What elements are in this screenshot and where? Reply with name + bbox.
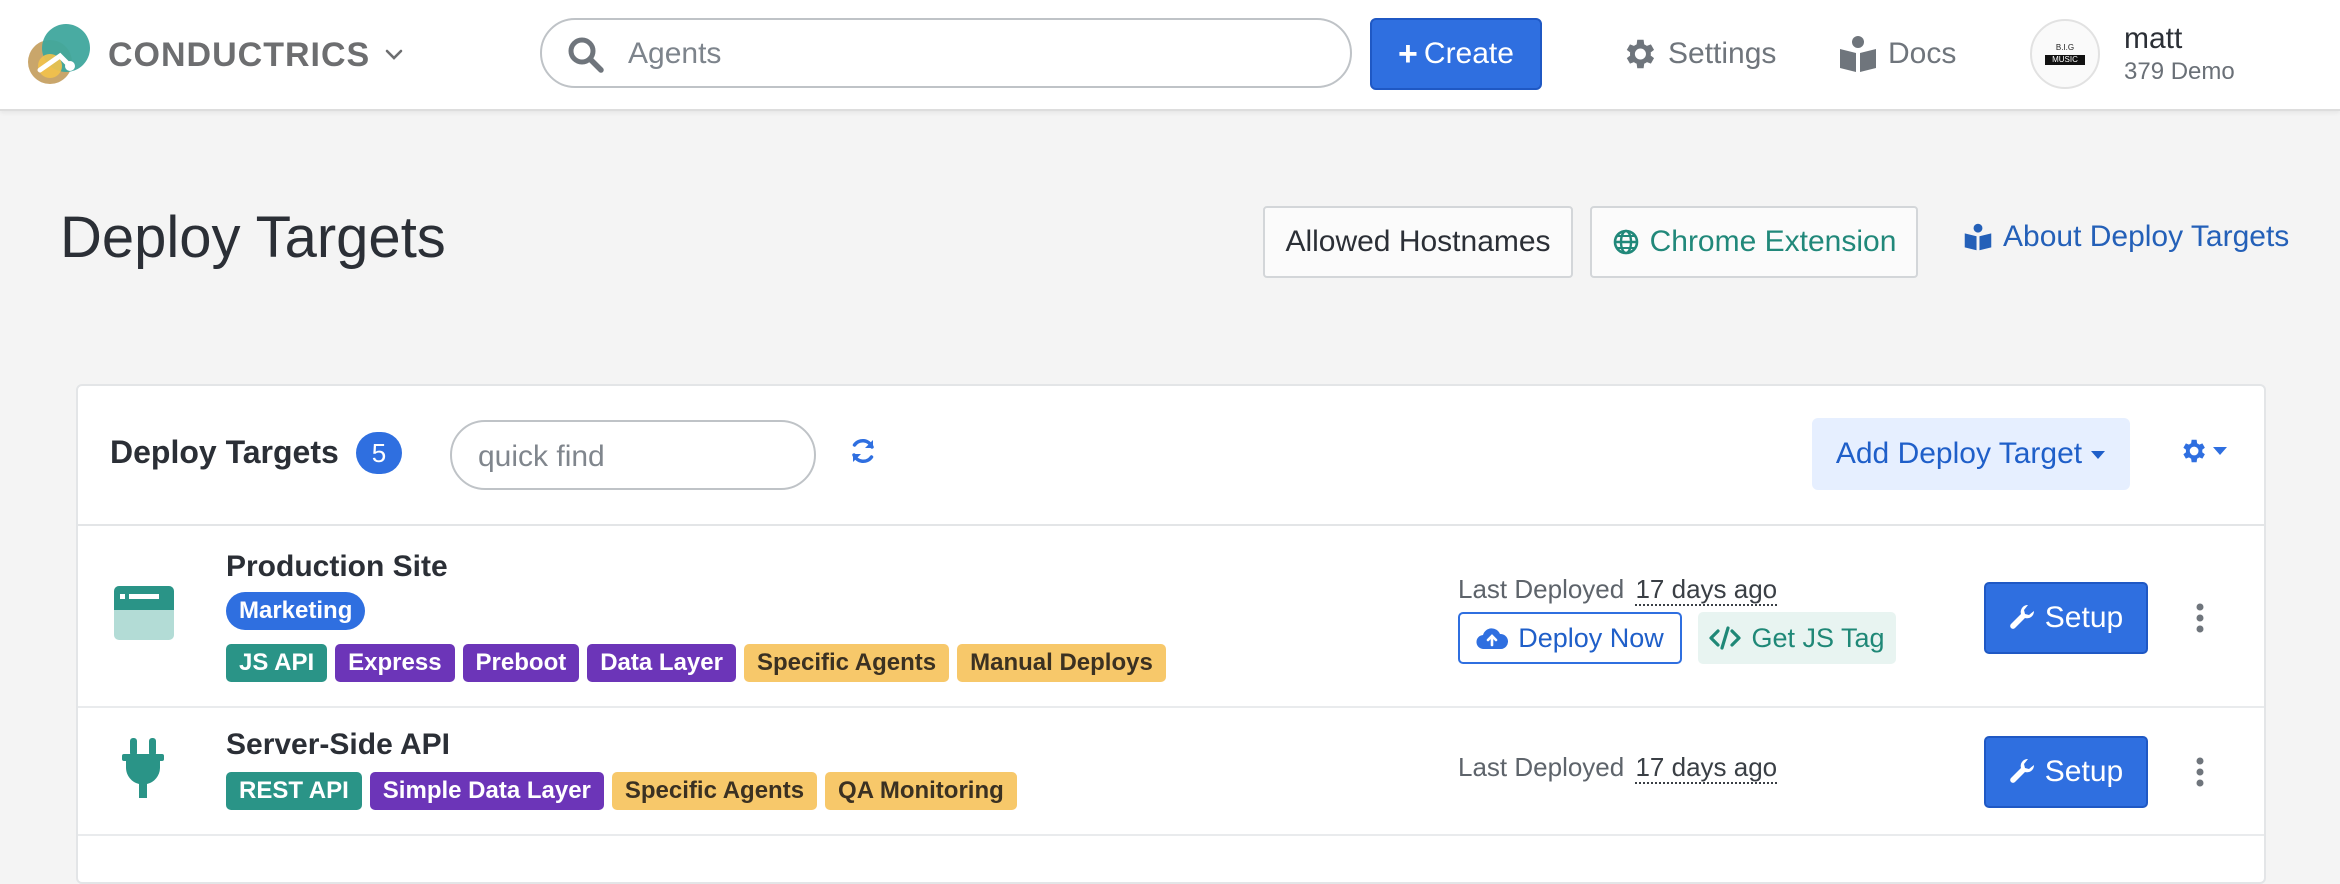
user-name: matt xyxy=(2124,22,2183,55)
plug-icon xyxy=(120,738,166,803)
gear-icon xyxy=(1626,39,1655,69)
last-deployed: Last Deployed 17 days ago xyxy=(1458,574,1778,606)
search-icon xyxy=(566,35,606,80)
deploy-now-button[interactable]: Deploy Now xyxy=(1458,612,1682,664)
last-deployed-value: 17 days ago xyxy=(1635,752,1778,784)
refresh-icon[interactable] xyxy=(848,436,878,471)
last-deployed-label: Last Deployed xyxy=(1458,574,1625,604)
get-js-tag-button[interactable]: Get JS Tag xyxy=(1698,612,1896,664)
cloud-upload-icon xyxy=(1476,628,1509,650)
docs-icon xyxy=(1840,36,1876,72)
gear-icon xyxy=(2183,439,2205,463)
chrome-extension-button[interactable]: Chrome Extension xyxy=(1590,206,1918,278)
docs-link[interactable]: Docs xyxy=(1838,28,1956,80)
table-row: Server-Side API REST API Simple Data Lay… xyxy=(78,708,2264,836)
browser-window-icon xyxy=(114,586,174,645)
add-deploy-target-button[interactable]: Add Deploy Target xyxy=(1812,418,2130,490)
conductrics-logo-icon xyxy=(26,22,98,88)
more-vertical-icon xyxy=(2196,757,2204,787)
docs-label: Docs xyxy=(1888,37,1957,70)
deploy-target-name[interactable]: Server-Side API xyxy=(226,728,450,762)
setup-button[interactable]: Setup xyxy=(1984,736,2148,808)
wrench-icon xyxy=(2009,758,2034,783)
count-badge: 5 xyxy=(356,432,402,474)
allowed-hostnames-button[interactable]: Allowed Hostnames xyxy=(1263,206,1573,278)
allowed-hostnames-label: Allowed Hostnames xyxy=(1285,225,1551,258)
feature-tag: Simple Data Layer xyxy=(369,772,604,810)
chrome-extension-label: Chrome Extension xyxy=(1649,225,1897,258)
feature-tag: Specific Agents xyxy=(611,772,818,810)
top-nav: CONDUCTRICS + Create Settings Docs B.I.G xyxy=(0,0,2340,111)
table-row: Production Site Marketing JS API Express… xyxy=(78,526,2264,708)
quick-find-input[interactable] xyxy=(476,436,800,478)
about-deploy-targets-label: About Deploy Targets xyxy=(2003,220,2290,253)
settings-label: Settings xyxy=(1668,37,1777,70)
caret-down-icon xyxy=(2091,451,2106,459)
feature-tag: Preboot xyxy=(462,644,580,682)
user-menu[interactable]: B.I.G MUSIC matt 379 Demo xyxy=(2030,18,2235,90)
avatar-text-bottom: MUSIC xyxy=(2045,55,2085,65)
docs-icon xyxy=(1964,223,1992,251)
user-org: 379 Demo xyxy=(2124,58,2235,85)
brand-menu[interactable]: CONDUCTRICS xyxy=(26,22,404,88)
avatar: B.I.G MUSIC xyxy=(2030,19,2100,89)
category-badge: Marketing xyxy=(226,592,366,630)
quick-find[interactable] xyxy=(450,420,816,490)
get-js-tag-label: Get JS Tag xyxy=(1751,622,1885,653)
deploy-now-label: Deploy Now xyxy=(1518,622,1664,653)
feature-tag: REST API xyxy=(226,772,362,810)
global-search[interactable] xyxy=(540,18,1352,88)
create-button[interactable]: + Create xyxy=(1370,18,1542,90)
feature-tag: Express xyxy=(335,644,455,682)
search-input[interactable] xyxy=(626,32,1330,76)
settings-link[interactable]: Settings xyxy=(1620,28,1776,80)
row-more-menu[interactable] xyxy=(2178,744,2222,800)
chevron-down-icon xyxy=(384,48,404,67)
avatar-text-top: B.I.G xyxy=(2055,43,2075,52)
caret-down-icon xyxy=(2213,447,2227,455)
deploy-target-name[interactable]: Production Site xyxy=(226,550,448,584)
create-label: Create xyxy=(1423,37,1514,70)
globe-icon xyxy=(1613,229,1638,255)
setup-label: Setup xyxy=(2044,755,2124,788)
setup-button[interactable]: Setup xyxy=(1984,582,2148,654)
feature-tag: QA Monitoring xyxy=(825,772,1017,810)
card-header: Deploy Targets 5 Add Deploy Target xyxy=(78,386,2264,526)
feature-tag: JS API xyxy=(226,644,328,682)
last-deployed-value: 17 days ago xyxy=(1635,574,1778,606)
about-deploy-targets-link[interactable]: About Deploy Targets xyxy=(1963,220,2289,254)
card-settings-menu[interactable] xyxy=(2178,436,2228,466)
wrench-icon xyxy=(2009,604,2034,629)
row-more-menu[interactable] xyxy=(2178,590,2222,646)
last-deployed: Last Deployed 17 days ago xyxy=(1458,752,1778,784)
setup-label: Setup xyxy=(2044,601,2124,634)
feature-tag: Data Layer xyxy=(587,644,736,682)
feature-tag: Manual Deploys xyxy=(957,644,1166,682)
page-title: Deploy Targets xyxy=(60,205,446,270)
plus-icon: + xyxy=(1398,34,1418,73)
card-title: Deploy Targets xyxy=(110,434,339,470)
brand-name: CONDUCTRICS xyxy=(108,35,371,74)
feature-tag: Specific Agents xyxy=(743,644,950,682)
code-icon xyxy=(1709,626,1742,650)
more-vertical-icon xyxy=(2196,603,2204,633)
add-deploy-target-label: Add Deploy Target xyxy=(1835,437,2083,470)
deploy-targets-card: Deploy Targets 5 Add Deploy Target xyxy=(76,384,2266,884)
last-deployed-label: Last Deployed xyxy=(1458,752,1625,782)
